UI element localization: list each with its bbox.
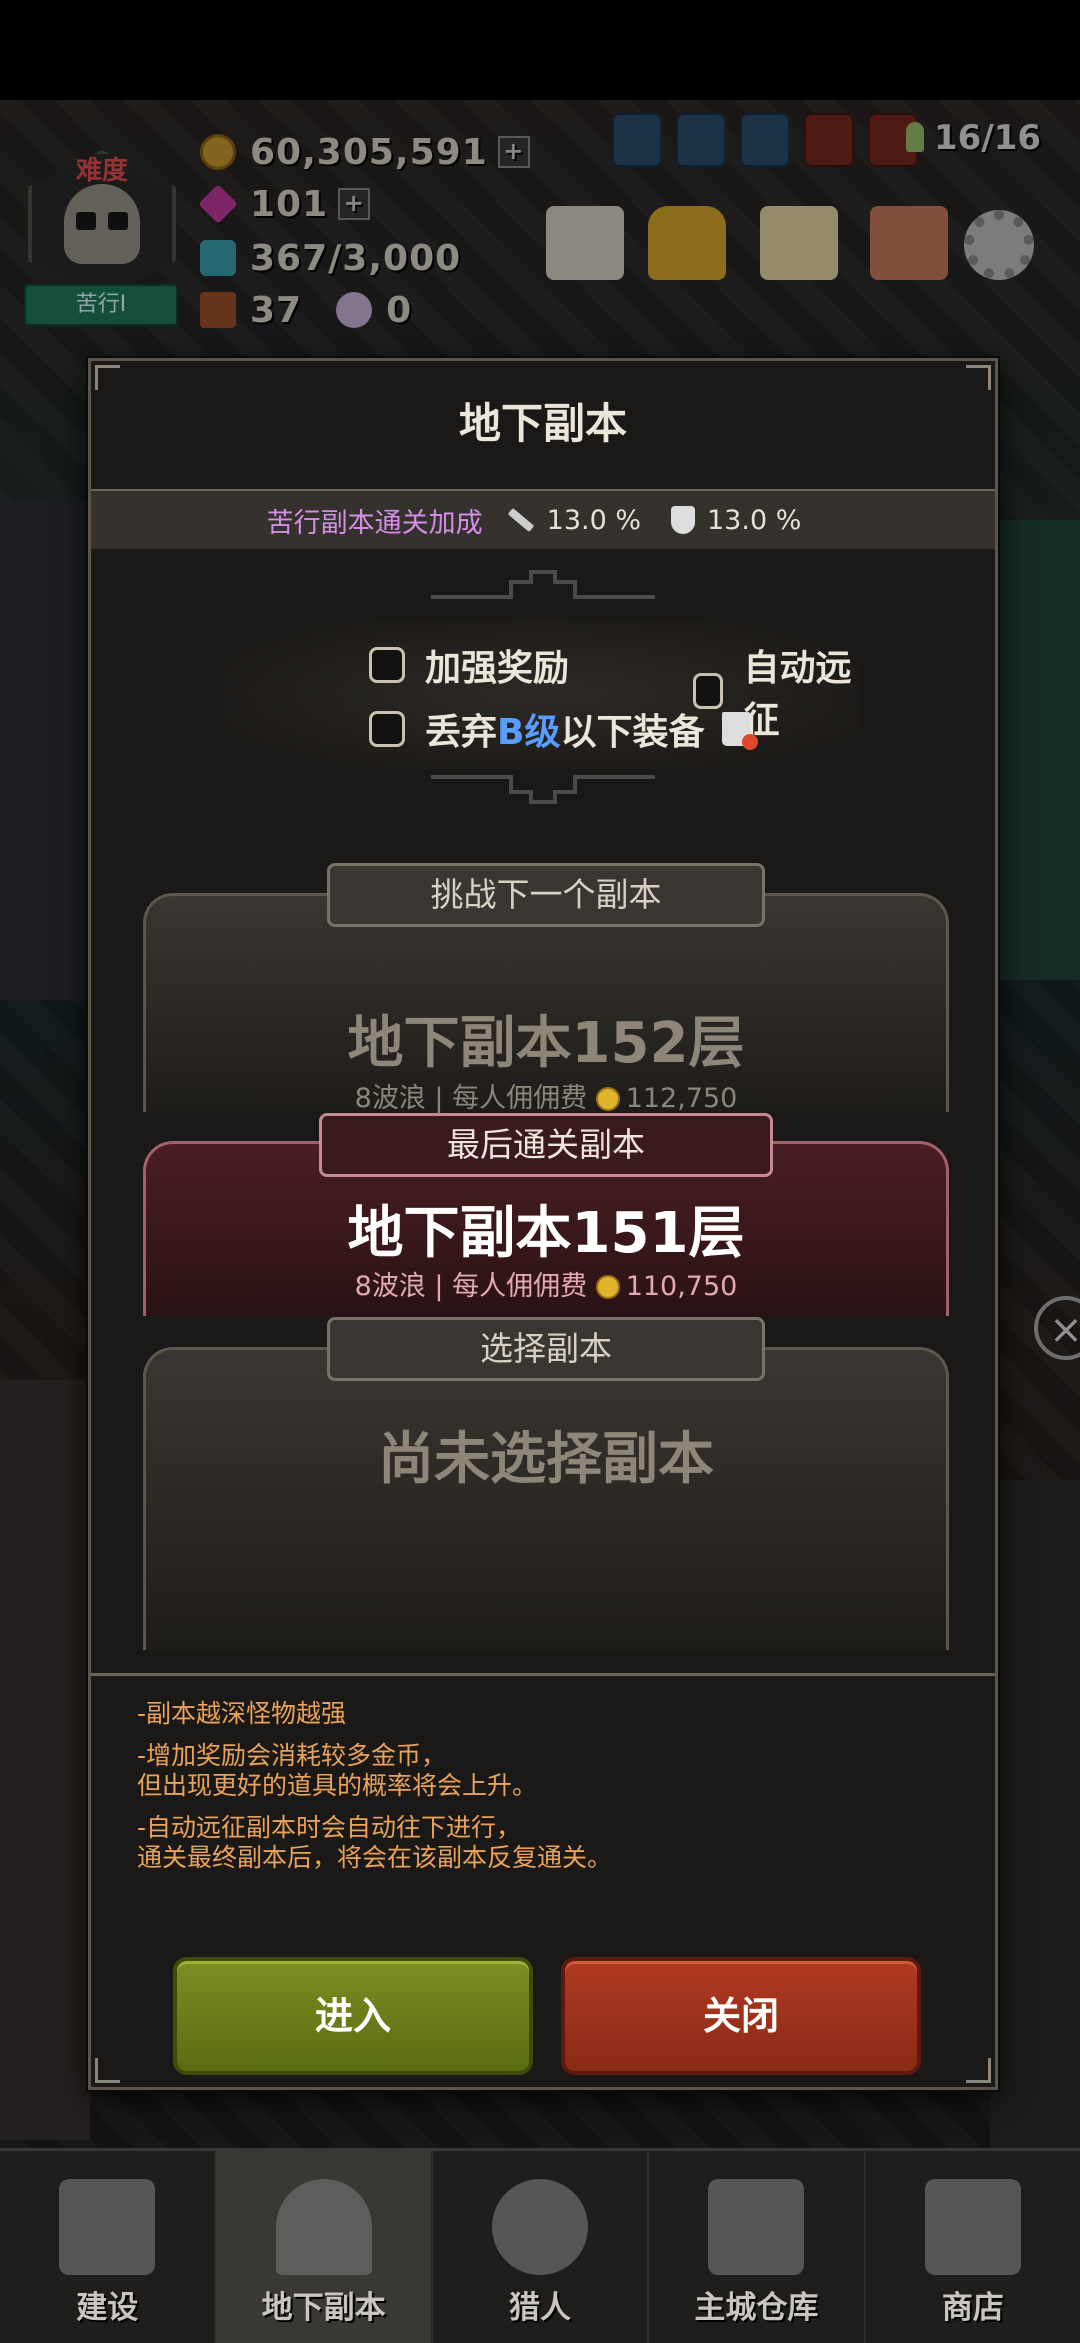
nav-item-hunter[interactable]: 猎人 <box>433 2151 650 2343</box>
options-panel: 加强奖励 自动远征 丢弃 B级 以下装备 <box>225 619 861 769</box>
dialog-title: 地下副本 <box>458 399 627 448</box>
attack-bonus: 13.0 % <box>546 504 641 536</box>
last-stage-info: 8波浪 | 每人佣佣费 110,750 <box>354 1271 738 1302</box>
hammer-icon <box>59 2179 156 2275</box>
note-line: -增加奖励会消耗较多金币， 但出现更好的道具的概率将会上升。 <box>137 1741 538 1800</box>
shop-icon <box>924 2179 1021 2275</box>
notes-section: -副本越深怪物越强 -增加奖励会消耗较多金币， 但出现更好的道具的概率将会上升。… <box>137 1699 957 1885</box>
note-line: -自动远征副本时会自动往下进行， 通关最终副本后，将会在该副本反复通关。 <box>137 1813 613 1872</box>
shield-icon <box>671 506 695 534</box>
chest-icon <box>708 2179 805 2275</box>
next-stage-fee-label: 每人佣佣费 <box>452 1083 588 1114</box>
boost-reward-option[interactable]: 加强奖励 <box>369 639 569 691</box>
coin-icon <box>595 1275 620 1299</box>
nav-item-warehouse[interactable]: 主城仓库 <box>649 2151 866 2343</box>
note-line: -副本越深怪物越强 <box>137 1699 347 1728</box>
tab-next-stage: 挑战下一个副本 <box>327 863 765 927</box>
corner-ornament <box>95 2058 120 2083</box>
corner-ornament <box>966 2058 991 2083</box>
boost-reward-checkbox[interactable] <box>369 647 405 683</box>
divider <box>91 1673 995 1676</box>
nav-item-dungeon[interactable]: 地下副本 <box>216 2151 433 2343</box>
dungeon-gate-icon <box>275 2179 372 2275</box>
last-stage-waves: 8波浪 <box>354 1271 426 1302</box>
next-stage-info: 8波浪 | 每人佣佣费 112,750 <box>354 1083 738 1114</box>
discard-gear-checkbox[interactable] <box>369 711 405 747</box>
hunter-icon <box>492 2179 589 2275</box>
nav-label: 猎人 <box>509 2290 572 2326</box>
sword-icon <box>507 507 534 533</box>
last-stage-fee: 110,750 <box>625 1271 738 1302</box>
bottom-nav: 建设 地下副本 猎人 主城仓库 商店 <box>0 2148 1080 2343</box>
nav-label: 主城仓库 <box>694 2290 819 2326</box>
nav-item-shop[interactable]: 商店 <box>866 2151 1080 2343</box>
defense-bonus: 13.0 % <box>707 504 802 536</box>
discard-prefix: 丢弃 <box>425 712 498 753</box>
bottom-ornament <box>431 775 655 804</box>
close-button[interactable]: 关闭 <box>561 1957 921 2075</box>
discard-grade: B级 <box>497 712 561 753</box>
bonus-label: 苦行副本通关加成 <box>266 507 483 539</box>
tab-select-stage: 选择副本 <box>327 1317 765 1381</box>
nav-label: 建设 <box>76 2290 139 2326</box>
nav-item-build[interactable]: 建设 <box>0 2151 217 2343</box>
select-stage-card[interactable]: 尚未选择副本 <box>143 1347 949 1650</box>
select-stage-placeholder: 尚未选择副本 <box>378 1427 714 1492</box>
coin-icon <box>595 1087 620 1111</box>
discard-suffix: 以下装备 <box>560 712 705 753</box>
next-stage-fee: 112,750 <box>625 1083 738 1114</box>
enter-button[interactable]: 进入 <box>173 1957 533 2075</box>
top-ornament <box>431 570 655 599</box>
last-stage-fee-label: 每人佣佣费 <box>452 1271 588 1302</box>
nav-label: 商店 <box>941 2290 1004 2326</box>
next-stage-waves: 8波浪 <box>354 1083 426 1114</box>
auto-expedition-label: 自动远征 <box>743 648 852 741</box>
bonus-bar: 苦行副本通关加成 13.0 % 13.0 % <box>91 489 995 549</box>
next-stage-name: 地下副本152层 <box>347 1011 745 1076</box>
boost-reward-label: 加强奖励 <box>425 648 570 689</box>
discard-gear-option[interactable]: 丢弃 B级 以下装备 <box>369 703 759 755</box>
trash-icon <box>722 712 759 750</box>
tab-last-cleared: 最后通关副本 <box>319 1113 773 1177</box>
dungeon-dialog: 地下副本 苦行副本通关加成 13.0 % 13.0 % 加强奖励 自动远征 丢弃… <box>88 358 998 2090</box>
nav-label: 地下副本 <box>261 2290 386 2326</box>
last-stage-name: 地下副本151层 <box>347 1201 745 1266</box>
